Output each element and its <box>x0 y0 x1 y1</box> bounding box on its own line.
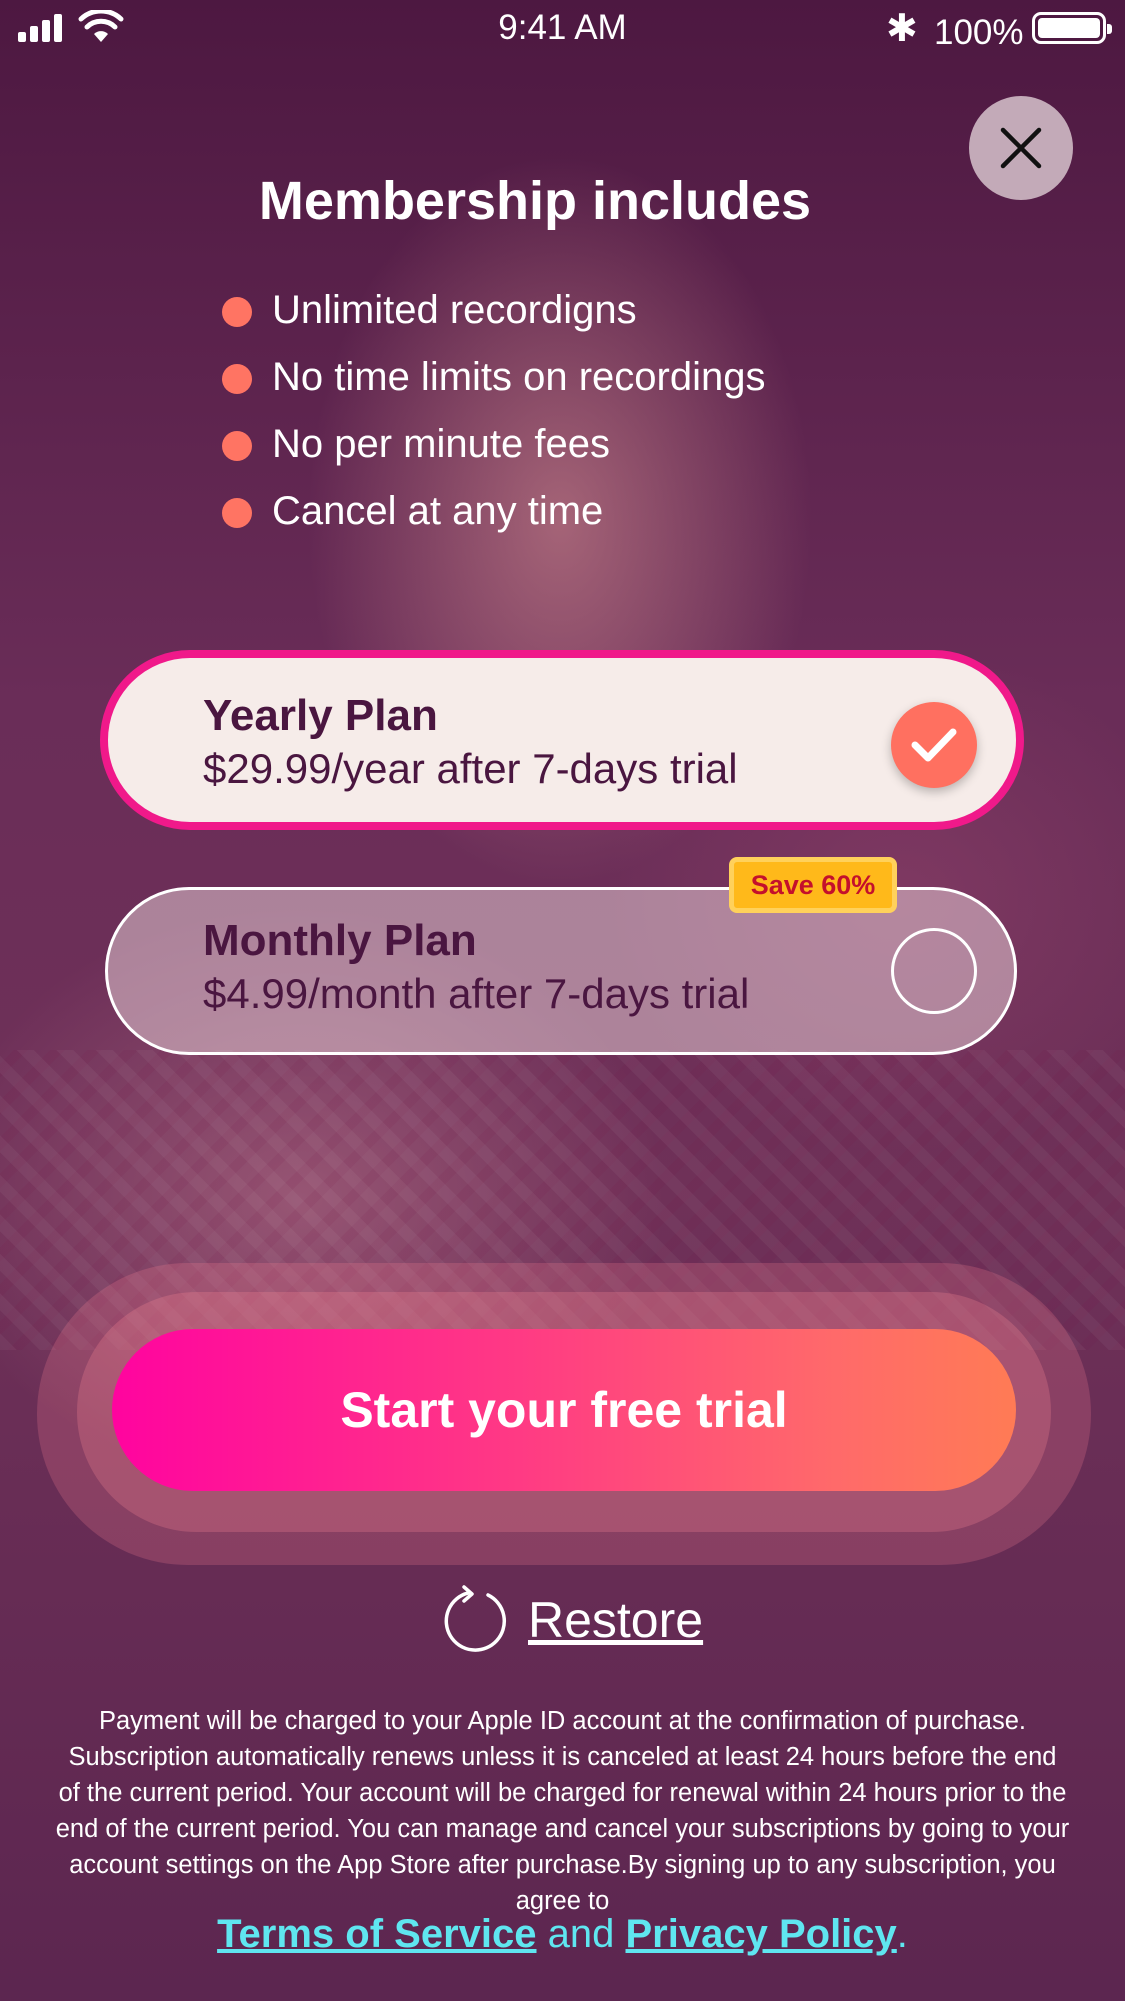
feature-list: Unlimited recordigns No time limits on r… <box>222 280 766 548</box>
feature-item: Cancel at any time <box>222 481 766 548</box>
feature-item: No time limits on recordings <box>222 347 766 414</box>
unselected-radio-icon <box>891 928 977 1014</box>
and-text: and <box>547 1912 615 1956</box>
legal-links: Terms of Service and Privacy Policy. <box>0 1912 1125 1957</box>
feature-item: No per minute fees <box>222 414 766 481</box>
legal-text: Payment will be charged to your Apple ID… <box>55 1707 1070 1915</box>
close-icon <box>1000 127 1042 169</box>
bullet-icon <box>222 364 252 394</box>
feature-label: Cancel at any time <box>272 489 604 533</box>
selected-check-icon <box>891 702 977 788</box>
period-text: . <box>896 1912 908 1956</box>
save-badge: Save 60% <box>729 857 897 913</box>
feature-item: Unlimited recordigns <box>222 280 766 347</box>
plan-name: Yearly Plan <box>203 691 438 740</box>
plan-price: $4.99/month after 7-days trial <box>203 970 750 1017</box>
feature-label: No time limits on recordings <box>272 355 766 399</box>
feature-label: No per minute fees <box>272 422 610 466</box>
restore-icon <box>444 1585 506 1652</box>
page-title: Membership includes <box>258 171 812 231</box>
battery-percent: 100% <box>934 13 1024 52</box>
plan-name: Monthly Plan <box>203 916 477 965</box>
status-bar: 9:41 AM ✱ 100% <box>0 0 1125 60</box>
battery-icon <box>1032 12 1112 44</box>
bluetooth-icon: ✱ <box>886 8 918 50</box>
feature-label: Unlimited recordigns <box>272 288 637 332</box>
bullet-icon <box>222 297 252 327</box>
bullet-icon <box>222 431 252 461</box>
bullet-icon <box>222 498 252 528</box>
terms-of-service-link[interactable]: Terms of Service <box>217 1912 536 1956</box>
plan-price: $29.99/year after 7-days trial <box>203 745 738 792</box>
restore-label: Restore <box>528 1592 704 1648</box>
yearly-plan-option[interactable]: Yearly Plan $29.99/year after 7-days tri… <box>100 650 1024 830</box>
privacy-policy-link[interactable]: Privacy Policy <box>626 1912 897 1956</box>
start-free-trial-button[interactable]: Start your free trial <box>112 1329 1016 1491</box>
